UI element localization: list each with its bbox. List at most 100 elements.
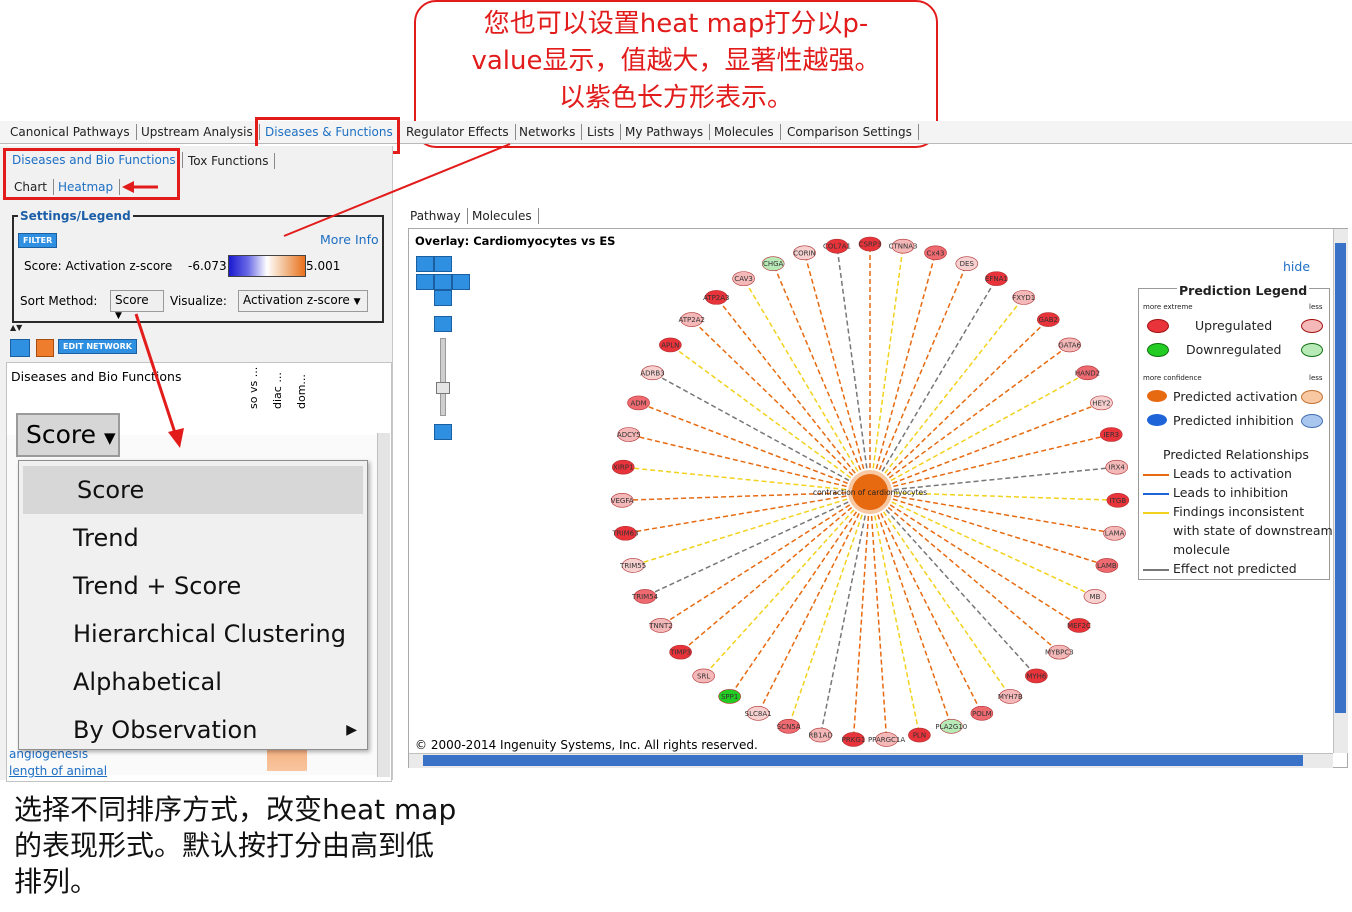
gene-node[interactable]: TRIM54 <box>631 589 659 604</box>
zoom-slider-track[interactable] <box>440 338 446 416</box>
gene-node[interactable]: ATP2A2 <box>679 312 705 327</box>
gene-node[interactable]: IRX4 <box>1105 459 1129 475</box>
tab-upstream-analysis[interactable]: Upstream Analysis <box>135 124 260 140</box>
gene-node[interactable]: SCN5A <box>777 718 801 734</box>
menu-item-alphabetical[interactable]: Alphabetical <box>19 658 367 706</box>
pan-left-icon[interactable] <box>416 274 434 290</box>
score-label: Score: Activation z-score <box>24 259 173 273</box>
gene-node[interactable]: RB1AD <box>808 727 833 743</box>
network-edge <box>703 491 871 677</box>
menu-item-trend-score[interactable]: Trend + Score <box>19 562 367 610</box>
zoom-fit-icon[interactable] <box>416 256 434 272</box>
menu-item-score[interactable]: Score <box>23 466 363 514</box>
tab-networks[interactable]: Networks <box>513 124 583 140</box>
export-icon[interactable] <box>10 339 30 357</box>
splitter-arrows-icon[interactable]: ▲▼ <box>10 323 22 332</box>
gene-node[interactable]: MYH7B <box>998 689 1023 704</box>
tab-regulator-effects[interactable]: Regulator Effects <box>400 124 516 140</box>
swap-icon[interactable] <box>36 339 54 357</box>
gene-node[interactable]: IER3 <box>1099 427 1123 442</box>
downregulated-light-swatch <box>1301 343 1323 357</box>
tab-my-pathways[interactable]: My Pathways <box>619 124 711 140</box>
tab-molecules[interactable]: Molecules <box>708 124 781 140</box>
gene-node[interactable]: APLN <box>659 337 682 353</box>
hide-legend-link[interactable]: hide <box>1283 259 1310 274</box>
gene-node[interactable]: EFNA1 <box>985 271 1008 286</box>
gene-node[interactable]: TRIM63 <box>611 525 639 541</box>
gene-node[interactable]: TNNT2 <box>648 618 673 633</box>
canvas-horizontal-scrollbar[interactable] <box>409 753 1333 768</box>
gene-node-label: VEGFA <box>611 497 634 505</box>
gene-node[interactable]: CAV3 <box>732 271 755 286</box>
vertical-scroll-thumb[interactable] <box>1335 243 1346 713</box>
gene-node[interactable]: POLM <box>970 706 994 721</box>
heatmap-scrollbar[interactable] <box>377 433 390 777</box>
gene-node[interactable]: MYBPC3 <box>1045 644 1074 660</box>
gene-node[interactable]: ATP2A3 <box>703 290 730 305</box>
pan-down-icon[interactable] <box>434 290 452 306</box>
tab-right-molecules[interactable]: Molecules <box>466 208 539 224</box>
gene-node[interactable]: LAMB <box>1095 558 1119 573</box>
gene-node[interactable]: Cx43 <box>924 245 947 261</box>
tab-comparison-settings[interactable]: Comparison Settings <box>781 124 919 140</box>
gene-node[interactable]: TIMP3 <box>669 644 692 660</box>
gene-node[interactable]: ITGB <box>1106 492 1130 508</box>
chevron-down-icon: ▼ <box>115 311 122 321</box>
zoom-out-icon[interactable] <box>434 424 452 440</box>
gene-node[interactable]: SLC8A1 <box>745 706 772 721</box>
heatmap-col-1: so vs ... <box>247 366 260 409</box>
tab-pathway[interactable]: Pathway <box>404 208 468 224</box>
gene-node[interactable]: COL7A1 <box>823 238 851 254</box>
gene-node[interactable]: PLA2G10 <box>935 718 967 734</box>
canvas-vertical-scrollbar[interactable] <box>1333 229 1348 753</box>
network-graph: CSRP3 CTNNA3 Cx43 DES EFNA1 FXYD1 GAB2 GATA6 HAN… <box>611 236 1130 747</box>
edit-network-button[interactable]: EDIT NETWORK <box>58 339 137 354</box>
zoom-slider-handle[interactable] <box>436 382 450 394</box>
gene-node[interactable]: CTNNA3 <box>889 238 918 254</box>
gene-node[interactable]: ADCY5 <box>617 427 641 442</box>
tab-lists[interactable]: Lists <box>581 124 622 140</box>
gene-node-label: MYBPC3 <box>1045 649 1074 657</box>
filter-button[interactable]: FILTER <box>18 233 58 248</box>
gene-node[interactable]: VEGFA <box>611 492 634 508</box>
caption-line-1: 选择不同排序方式，改变heat map <box>14 793 457 826</box>
gene-node[interactable]: DES <box>955 256 979 271</box>
gene-node[interactable]: MB <box>1083 589 1107 604</box>
pan-right-icon[interactable] <box>452 274 470 290</box>
gene-node[interactable]: MYH6 <box>1025 668 1048 684</box>
zoom-in-icon[interactable] <box>434 316 452 332</box>
gene-node[interactable]: TRIM55 <box>619 558 646 573</box>
pan-center-icon[interactable] <box>434 274 452 290</box>
gene-node[interactable]: LAMA <box>1103 525 1126 541</box>
gene-node[interactable]: GAB2 <box>1036 312 1060 327</box>
zoom-reset-icon[interactable] <box>434 256 452 272</box>
gene-node[interactable]: PLN <box>908 727 931 743</box>
gene-node[interactable]: ADM <box>627 395 650 411</box>
gene-node[interactable]: GATA6 <box>1058 337 1082 353</box>
sort-score-button[interactable]: Score ▼ <box>16 413 120 457</box>
gene-node[interactable]: MEF2C <box>1067 618 1091 633</box>
tab-canonical-pathways[interactable]: Canonical Pathways <box>4 124 137 140</box>
heatmap-row-length-of-animal[interactable]: length of animal <box>9 764 107 778</box>
menu-item-trend[interactable]: Trend <box>19 514 367 562</box>
gene-node-label: ITGB <box>1110 497 1127 505</box>
network-edge <box>869 246 904 493</box>
tab-tox-functions[interactable]: Tox Functions <box>182 153 276 169</box>
gene-node[interactable]: HEY2 <box>1090 395 1113 411</box>
gene-node[interactable]: CORIN <box>793 245 816 261</box>
gene-node[interactable]: PPARGC1A <box>868 732 905 747</box>
sort-method-select[interactable]: Score ▼ <box>110 290 164 321</box>
gene-node[interactable]: SPP1 <box>718 689 741 704</box>
gene-node[interactable]: ADRB3 <box>640 365 665 381</box>
gene-node[interactable]: CHGA <box>761 256 785 271</box>
gene-node[interactable]: CSRP3 <box>859 236 882 252</box>
gene-node[interactable]: XIRP1 <box>611 459 635 475</box>
gene-node[interactable]: FXYD1 <box>1012 290 1035 305</box>
gene-node[interactable]: HAND2 <box>1075 365 1100 381</box>
gene-node[interactable]: SRL <box>692 668 715 684</box>
menu-item-by-observation[interactable]: By Observation ▶ <box>19 706 367 754</box>
visualize-select[interactable]: Activation z-score ▼ <box>238 290 368 312</box>
menu-item-hierarchical-clustering[interactable]: Hierarchical Clustering <box>19 610 367 658</box>
gene-node[interactable]: PRKG1 <box>842 732 866 747</box>
horizontal-scroll-thumb[interactable] <box>423 755 1303 766</box>
